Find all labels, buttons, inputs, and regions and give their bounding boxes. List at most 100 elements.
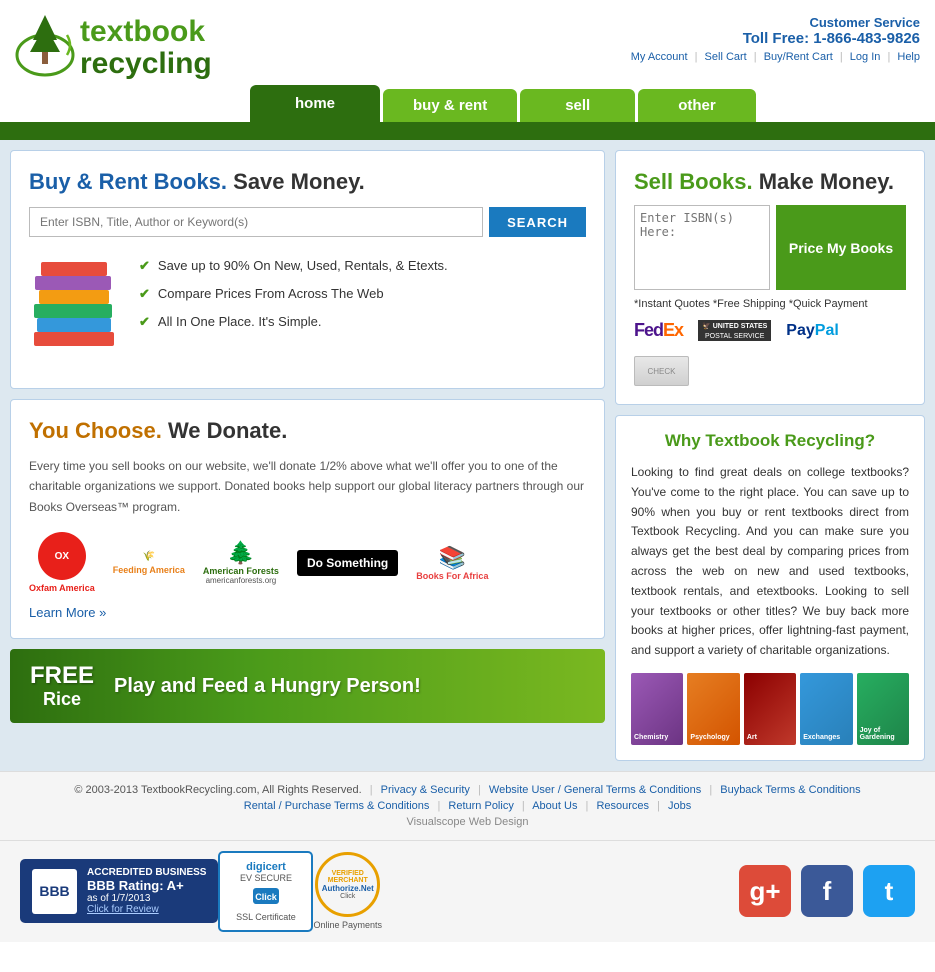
book-stack-image bbox=[29, 252, 124, 370]
resources-link[interactable]: Resources bbox=[596, 800, 649, 812]
nav-bar: home buy & rent sell other bbox=[0, 85, 935, 122]
oxfam-logo: OX Oxfam America bbox=[29, 532, 95, 593]
paypal-logo: PayPal bbox=[786, 322, 838, 340]
sell-box: Sell Books. Make Money. Price My Books *… bbox=[615, 150, 925, 405]
do-something-logo: Do Something bbox=[297, 550, 398, 576]
thumb-psychology: Psychology bbox=[687, 673, 739, 745]
help-link[interactable]: Help bbox=[897, 51, 920, 63]
sell-title-black: Make Money. bbox=[753, 169, 894, 194]
donate-text: Every time you sell books on our website… bbox=[29, 456, 586, 517]
book-stack-icon bbox=[29, 252, 119, 367]
trust-bar: BBB ACCREDITED BUSINESS BBB Rating: A+ a… bbox=[0, 840, 935, 942]
header-links: My Account | Sell Cart | Buy/Rent Cart |… bbox=[631, 51, 920, 63]
payment-logos: FedEx 🦅 UNITED STATES POSTAL SERVICE Pay… bbox=[634, 320, 906, 386]
thumb-gardening: Joy of Gardening bbox=[857, 673, 909, 745]
usps-logo: 🦅 UNITED STATES POSTAL SERVICE bbox=[698, 320, 771, 341]
about-link[interactable]: About Us bbox=[532, 800, 577, 812]
copyright-text: © 2003-2013 TextbookRecycling.com, All R… bbox=[74, 784, 361, 796]
header: textbook recycling Customer Service Toll… bbox=[0, 0, 935, 85]
instant-quotes: *Instant Quotes *Free Shipping *Quick Pa… bbox=[634, 298, 906, 310]
authorize-badge[interactable]: VERIFIED MERCHANT Authorize.Net Click On… bbox=[313, 852, 382, 930]
buy-rent-title-colored: Buy & Rent Books. bbox=[29, 169, 227, 194]
sell-title: Sell Books. Make Money. bbox=[634, 169, 906, 195]
feature-item: ✔Save up to 90% On New, Used, Rentals, &… bbox=[139, 252, 448, 280]
right-column: Sell Books. Make Money. Price My Books *… bbox=[615, 150, 925, 761]
search-row: SEARCH bbox=[29, 207, 586, 237]
thumb-exchanges: Exchanges bbox=[800, 673, 852, 745]
digicert-click-icon: Click bbox=[232, 886, 299, 909]
donate-title-colored: You Choose. bbox=[29, 418, 162, 443]
why-text: Looking to find great deals on college t… bbox=[631, 463, 909, 661]
feeding-america-logo: 🌾 Feeding America bbox=[113, 551, 185, 575]
donate-box: You Choose. We Donate. Every time you se… bbox=[10, 399, 605, 639]
logo-tree-icon bbox=[15, 10, 75, 85]
login-link[interactable]: Log In bbox=[850, 51, 881, 63]
sell-cart-link[interactable]: Sell Cart bbox=[705, 51, 747, 63]
main-content: Buy & Rent Books. Save Money. SEARCH bbox=[0, 140, 935, 771]
thumb-art: Art bbox=[744, 673, 796, 745]
buyback-terms-link[interactable]: Buyback Terms & Conditions bbox=[720, 784, 860, 796]
freerice-banner[interactable]: FREE Rice Play and Feed a Hungry Person! bbox=[10, 649, 605, 723]
privacy-link[interactable]: Privacy & Security bbox=[381, 784, 470, 796]
org-logos: OX Oxfam America 🌾 Feeding America 🌲 Ame… bbox=[29, 532, 586, 593]
footer: © 2003-2013 TextbookRecycling.com, All R… bbox=[0, 771, 935, 840]
why-box: Why Textbook Recycling? Looking to find … bbox=[615, 415, 925, 761]
digicert-sub: EV SECURE bbox=[232, 873, 299, 883]
isbn-input[interactable] bbox=[634, 205, 770, 290]
powered-by: Visualscope Web Design bbox=[12, 816, 923, 828]
features-list: ✔Save up to 90% On New, Used, Rentals, &… bbox=[139, 252, 448, 336]
thumb-chemistry: Chemistry bbox=[631, 673, 683, 745]
digicert-bottom: SSL Certificate bbox=[232, 912, 299, 922]
footer-links-row2: Rental / Purchase Terms & Conditions | R… bbox=[12, 800, 923, 812]
buy-rent-box: Buy & Rent Books. Save Money. SEARCH bbox=[10, 150, 605, 389]
learn-more-link[interactable]: Learn More » bbox=[29, 605, 106, 620]
green-bar bbox=[0, 122, 935, 140]
book-thumbnails: Chemistry Psychology Art Exchanges Joy o… bbox=[631, 673, 909, 745]
tab-home[interactable]: home bbox=[250, 85, 380, 122]
digicert-badge[interactable]: digicert EV SECURE Click SSL Certificate bbox=[218, 851, 313, 932]
logo-area: textbook recycling bbox=[15, 10, 212, 85]
return-policy-link[interactable]: Return Policy bbox=[448, 800, 513, 812]
social-icons: g+ f t bbox=[739, 865, 915, 917]
books-africa-logo: 📚 Books For Africa bbox=[416, 545, 488, 581]
digicert-label: digicert bbox=[232, 861, 299, 873]
customer-service: Customer Service Toll Free: 1-866-483-98… bbox=[631, 10, 920, 63]
bbb-info: ACCREDITED BUSINESS BBB Rating: A+ as of… bbox=[87, 867, 206, 915]
freerice-logo: FREE Rice bbox=[30, 663, 94, 709]
feature-item: ✔Compare Prices From Across The Web bbox=[139, 280, 448, 308]
features-area: ✔Save up to 90% On New, Used, Rentals, &… bbox=[29, 252, 586, 370]
fedex-logo: FedEx bbox=[634, 320, 683, 341]
twitter-button[interactable]: t bbox=[863, 865, 915, 917]
logo-text: textbook recycling bbox=[80, 16, 212, 79]
freerice-tagline: Play and Feed a Hungry Person! bbox=[114, 675, 421, 698]
search-button[interactable]: SEARCH bbox=[489, 207, 586, 237]
my-account-link[interactable]: My Account bbox=[631, 51, 688, 63]
american-forests-logo: 🌲 American Forests americanforests.org bbox=[203, 540, 279, 585]
jobs-link[interactable]: Jobs bbox=[668, 800, 691, 812]
tab-other[interactable]: other bbox=[638, 89, 756, 122]
buy-rent-title: Buy & Rent Books. Save Money. bbox=[29, 169, 586, 195]
buy-rent-cart-link[interactable]: Buy/Rent Cart bbox=[764, 51, 833, 63]
facebook-button[interactable]: f bbox=[801, 865, 853, 917]
tab-sell[interactable]: sell bbox=[520, 89, 635, 122]
svg-text:Click: Click bbox=[255, 892, 278, 902]
user-terms-link[interactable]: Website User / General Terms & Condition… bbox=[489, 784, 701, 796]
authorize-circle: VERIFIED MERCHANT Authorize.Net Click bbox=[315, 852, 380, 917]
bbb-badge[interactable]: BBB ACCREDITED BUSINESS BBB Rating: A+ a… bbox=[20, 859, 218, 923]
footer-links-row1: © 2003-2013 TextbookRecycling.com, All R… bbox=[12, 784, 923, 796]
check-image: CHECK bbox=[634, 356, 689, 386]
sell-title-colored: Sell Books. bbox=[634, 169, 753, 194]
rental-terms-link[interactable]: Rental / Purchase Terms & Conditions bbox=[244, 800, 430, 812]
toll-free: Toll Free: 1-866-483-9826 bbox=[631, 30, 920, 47]
cs-label: Customer Service bbox=[631, 15, 920, 30]
price-my-books-button[interactable]: Price My Books bbox=[776, 205, 906, 290]
bbb-icon: BBB bbox=[32, 869, 77, 914]
why-title: Why Textbook Recycling? bbox=[631, 431, 909, 451]
authorize-text: Online Payments bbox=[313, 920, 382, 930]
tab-buy-rent[interactable]: buy & rent bbox=[383, 89, 517, 122]
left-column: Buy & Rent Books. Save Money. SEARCH bbox=[10, 150, 605, 761]
search-input[interactable] bbox=[29, 207, 483, 237]
donate-title-black: We Donate. bbox=[162, 418, 288, 443]
google-plus-button[interactable]: g+ bbox=[739, 865, 791, 917]
buy-rent-title-black: Save Money. bbox=[227, 169, 365, 194]
